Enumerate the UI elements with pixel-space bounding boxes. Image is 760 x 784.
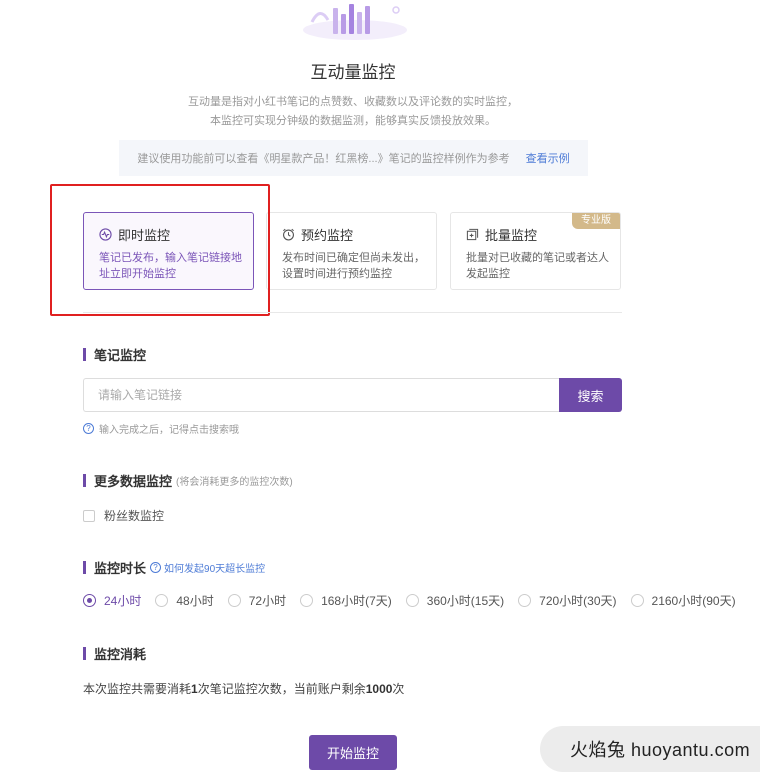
radio-button[interactable] xyxy=(155,594,169,607)
question-icon: ? xyxy=(150,562,162,573)
question-icon: ? xyxy=(83,423,94,434)
view-example-link[interactable]: 查看示例 xyxy=(526,150,570,166)
more-data-heading: 更多数据监控 (将会消耗更多的监控次数) xyxy=(83,471,293,490)
duration-option-24h[interactable]: 24小时 xyxy=(83,592,141,609)
example-tip-text: 建议使用功能前可以查看《明星款产品！红黑榜...》笔记的监控样例作为参考 xyxy=(137,153,510,165)
duration-option-168h[interactable]: 168小时(7天) xyxy=(300,592,392,609)
radio-button[interactable] xyxy=(405,594,419,607)
input-hint-text: 输入完成之后，记得点击搜索哦 xyxy=(99,425,239,436)
example-tip-bar: 建议使用功能前可以查看《明星款产品！红黑榜...》笔记的监控样例作为参考 查看示… xyxy=(119,140,588,176)
duration-option-label: 72小时 xyxy=(248,594,287,608)
duration-option-720h[interactable]: 720小时(30天) xyxy=(518,592,617,609)
section-accent-bar xyxy=(83,474,86,487)
more-data-heading-text: 更多数据监控 xyxy=(94,474,173,489)
section-accent-bar xyxy=(83,348,86,361)
radio-button[interactable] xyxy=(83,594,96,607)
start-monitor-button[interactable]: 开始监控 xyxy=(309,735,397,770)
duration-heading-text: 监控时长 xyxy=(94,561,147,576)
duration-option-360h[interactable]: 360小时(15天) xyxy=(405,592,505,609)
cost-summary: 本次监控共需要消耗1次笔记监控次数，当前账户剩余1000次 xyxy=(83,682,405,696)
mode-scheduled-desc: 发布时间已确定但尚未发出，设置时间进行预约监控 xyxy=(282,252,425,280)
mode-batch-desc: 批量对已收藏的笔记或者达人发起监控 xyxy=(466,252,609,280)
cost-count: 1 xyxy=(191,682,198,696)
radio-button[interactable] xyxy=(300,594,314,607)
duration-heading: 监控时长 ? 如何发起90天超长监控 xyxy=(83,558,265,577)
long-monitor-help-text: 如何发起90天超长监控 xyxy=(164,564,266,575)
note-link-input[interactable] xyxy=(83,378,559,412)
duration-option-72h[interactable]: 72小时 xyxy=(227,592,287,609)
fans-monitor-checkbox-row[interactable]: 粉丝数监控 xyxy=(83,507,164,524)
mode-batch-title: 批量监控 xyxy=(485,228,538,243)
note-monitor-heading-text: 笔记监控 xyxy=(94,348,147,363)
batch-add-icon xyxy=(466,228,479,241)
remaining-count: 1000 xyxy=(365,682,393,696)
mode-card-instant[interactable]: 即时监控 笔记已发布，输入笔记链接地 址立即开始监控 xyxy=(83,212,254,290)
page-title: 互动量监控 xyxy=(310,63,396,82)
duration-option-48h[interactable]: 48小时 xyxy=(155,592,214,609)
cost-heading: 监控消耗 xyxy=(83,644,146,663)
hero-illustration xyxy=(303,4,407,40)
duration-option-label: 24小时 xyxy=(104,594,142,608)
pro-version-badge: 专业版 xyxy=(572,213,620,229)
mode-card-scheduled[interactable]: 预约监控 发布时间已确定但尚未发出，设置时间进行预约监控 xyxy=(266,212,437,290)
page-description-line-1: 互动量是指对小红书笔记的点赞数、收藏数以及评论数的实时监控， xyxy=(188,96,518,108)
site-watermark: 火焰兔 huoyantu.com xyxy=(540,726,760,772)
page-description-line-2: 本监控可实现分钟级的数据监测，能够真实反馈投放效果。 xyxy=(210,115,496,127)
section-accent-bar xyxy=(83,561,86,574)
radio-button[interactable] xyxy=(518,594,532,607)
pulse-icon xyxy=(99,228,112,241)
fans-monitor-checkbox[interactable] xyxy=(83,509,95,522)
long-monitor-help-link[interactable]: ? 如何发起90天超长监控 xyxy=(150,560,265,575)
duration-option-label: 360小时(15天) xyxy=(426,594,505,608)
duration-option-label: 720小时(30天) xyxy=(539,594,617,608)
more-data-subtext: (将会消耗更多的监控次数) xyxy=(176,477,293,488)
note-monitor-heading: 笔记监控 xyxy=(83,345,146,364)
radio-button[interactable] xyxy=(227,594,241,607)
section-accent-bar xyxy=(83,647,86,660)
radio-button[interactable] xyxy=(630,594,644,607)
fans-monitor-label: 粉丝数监控 xyxy=(104,509,165,523)
cost-heading-text: 监控消耗 xyxy=(94,647,147,662)
mode-scheduled-title: 预约监控 xyxy=(301,228,354,243)
mode-instant-desc: 笔记已发布，输入笔记链接地 址立即开始监控 xyxy=(99,252,242,280)
duration-radio-group: 24小时 48小时 72小时 168小时(7天) 360小时(15天) 720小… xyxy=(83,592,736,609)
mode-instant-title: 即时监控 xyxy=(118,228,171,243)
input-hint: ? 输入完成之后，记得点击搜索哦 xyxy=(83,421,239,436)
duration-option-label: 168小时(7天) xyxy=(321,594,392,608)
mode-card-batch[interactable]: 专业版 批量监控 批量对已收藏的笔记或者达人发起监控 xyxy=(450,212,621,290)
alarm-clock-icon xyxy=(283,228,294,241)
duration-option-label: 2160小时(90天) xyxy=(651,594,736,608)
search-button[interactable]: 搜索 xyxy=(559,378,622,412)
section-divider xyxy=(83,312,622,313)
duration-option-2160h[interactable]: 2160小时(90天) xyxy=(630,592,736,609)
duration-option-label: 48小时 xyxy=(176,594,214,608)
